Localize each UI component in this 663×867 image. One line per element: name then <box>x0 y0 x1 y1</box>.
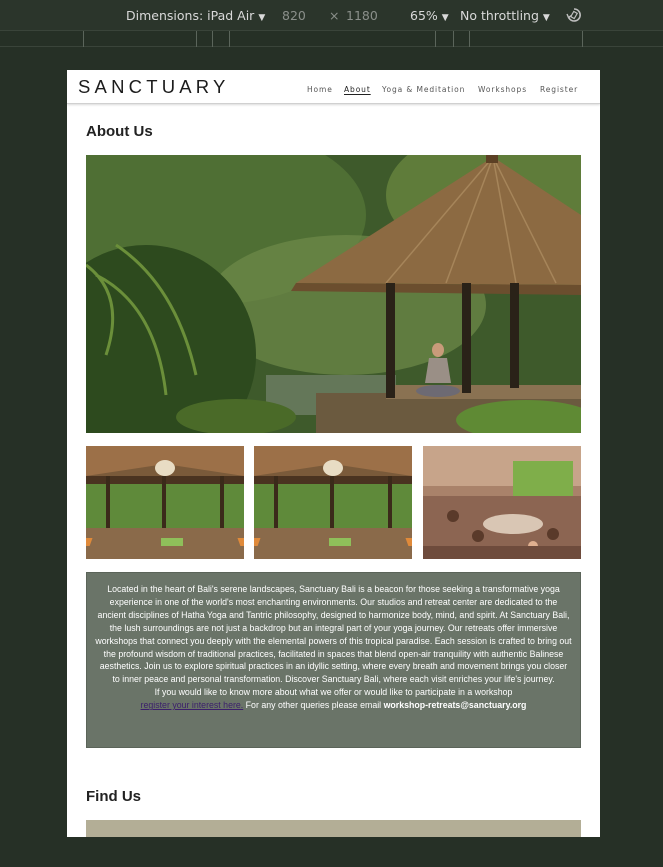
contact-email[interactable]: workshop-retreats@sanctuary.org <box>384 700 527 710</box>
width-input[interactable]: 820 <box>282 8 306 23</box>
about-heading: About Us <box>86 123 153 140</box>
rotate-icon[interactable] <box>566 7 582 23</box>
contact-middle: For any other queries please email <box>243 700 384 711</box>
contact-paragraph: If you would like to know more about wha… <box>95 686 572 712</box>
about-text-box: Located in the heart of Bali's serene la… <box>86 572 581 748</box>
contact-prefix: If you would like to know more about wha… <box>154 687 513 698</box>
site-header: SANCTUARY Home About Yoga & Meditation W… <box>67 70 600 104</box>
throttle-dropdown[interactable]: No throttling ▼ <box>460 8 550 23</box>
page-viewport: SANCTUARY Home About Yoga & Meditation W… <box>67 70 600 837</box>
device-dropdown[interactable]: Dimensions: iPad Air ▼ <box>126 8 265 23</box>
about-paragraph: Located in the heart of Bali's serene la… <box>95 584 572 685</box>
nav-about[interactable]: About <box>344 85 371 94</box>
nav-home[interactable]: Home <box>307 85 333 94</box>
find-us-heading: Find Us <box>86 788 141 805</box>
chevron-down-icon: ▼ <box>258 13 266 23</box>
map-embed[interactable] <box>86 820 581 837</box>
nav-workshops[interactable]: Workshops <box>478 85 527 94</box>
hero-image <box>86 155 581 433</box>
devtools-toolbar: Dimensions: iPad Air ▼ 820 × 1180 65% ▼ … <box>0 0 663 30</box>
chevron-down-icon: ▼ <box>542 13 550 23</box>
nav-yoga-meditation[interactable]: Yoga & Meditation <box>382 85 465 94</box>
site-logo[interactable]: SANCTUARY <box>78 76 230 98</box>
zoom-label: 65% <box>410 8 438 23</box>
times-symbol: × <box>329 8 340 23</box>
device-label: Dimensions: iPad Air <box>126 8 255 23</box>
throttle-label: No throttling <box>460 8 539 23</box>
studio-image-3 <box>423 446 581 559</box>
height-input[interactable]: 1180 <box>346 8 378 23</box>
zoom-dropdown[interactable]: 65% ▼ <box>410 8 449 23</box>
register-interest-link[interactable]: register your interest here. <box>141 700 244 710</box>
media-query-ruler <box>0 30 663 47</box>
studio-image-1 <box>86 446 244 559</box>
studio-image-2 <box>254 446 412 559</box>
chevron-down-icon: ▼ <box>441 13 449 23</box>
nav-register[interactable]: Register <box>540 85 578 94</box>
